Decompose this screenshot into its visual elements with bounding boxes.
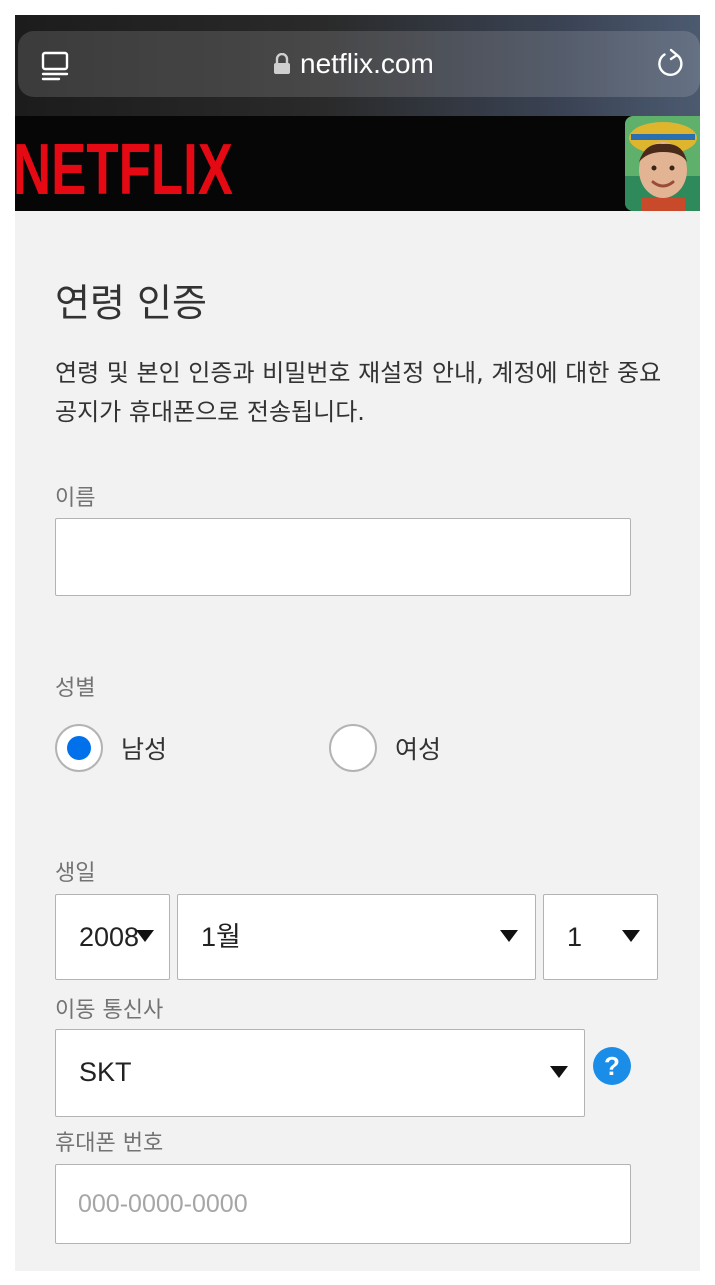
chevron-down-icon	[550, 1066, 568, 1078]
tabs-icon[interactable]	[40, 51, 70, 81]
gender-label: 성별	[55, 676, 96, 701]
address-bar[interactable]: netflix.com	[18, 31, 700, 97]
chevron-down-icon	[622, 930, 640, 942]
birth-day-value: 1	[567, 922, 583, 952]
netflix-header: NETFLIX	[15, 116, 700, 211]
birthday-label: 생일	[55, 861, 96, 886]
profile-avatar[interactable]	[625, 116, 700, 211]
question-icon[interactable]: ?	[593, 1047, 631, 1085]
gender-option-male[interactable]: 남성	[55, 724, 167, 772]
reload-icon[interactable]	[655, 48, 687, 80]
carrier-select[interactable]: SKT	[55, 1029, 585, 1117]
url-text[interactable]: netflix.com	[300, 45, 434, 83]
radio-female-label[interactable]: 여성	[395, 730, 441, 766]
carrier-value: SKT	[79, 1057, 132, 1087]
page-title: 연령 인증	[55, 281, 207, 325]
netflix-logo[interactable]: NETFLIX	[15, 138, 237, 200]
name-label: 이름	[55, 486, 96, 511]
radio-male[interactable]	[55, 724, 103, 772]
birth-year-select[interactable]: 2008	[55, 894, 170, 980]
phone-number-input[interactable]	[55, 1164, 631, 1244]
chevron-down-icon	[500, 930, 518, 942]
chevron-down-icon	[136, 930, 154, 942]
birth-month-value: 1월	[201, 922, 241, 952]
radio-male-label[interactable]: 남성	[121, 730, 167, 766]
birth-month-select[interactable]: 1월	[177, 894, 536, 980]
lock-icon	[274, 53, 290, 74]
radio-selected-dot	[67, 736, 91, 760]
name-input[interactable]	[55, 518, 631, 596]
radio-female[interactable]	[329, 724, 377, 772]
carrier-label: 이동 통신사	[55, 998, 164, 1023]
phone-label: 휴대폰 번호	[55, 1131, 164, 1156]
netflix-logo-text: NETFLIX	[15, 138, 233, 200]
birth-day-select[interactable]: 1	[543, 894, 658, 980]
form-description: 연령 및 본인 인증과 비밀번호 재설정 안내, 계정에 대한 중요 공지가 휴…	[55, 359, 662, 426]
browser-bar: netflix.com	[15, 15, 700, 116]
birth-year-value: 2008	[79, 922, 140, 952]
gender-option-female[interactable]: 여성	[329, 724, 441, 772]
phone-screen: netflix.com NETFLIX 연령 인증 연령 및 본인 인증과 비밀…	[15, 15, 700, 1271]
